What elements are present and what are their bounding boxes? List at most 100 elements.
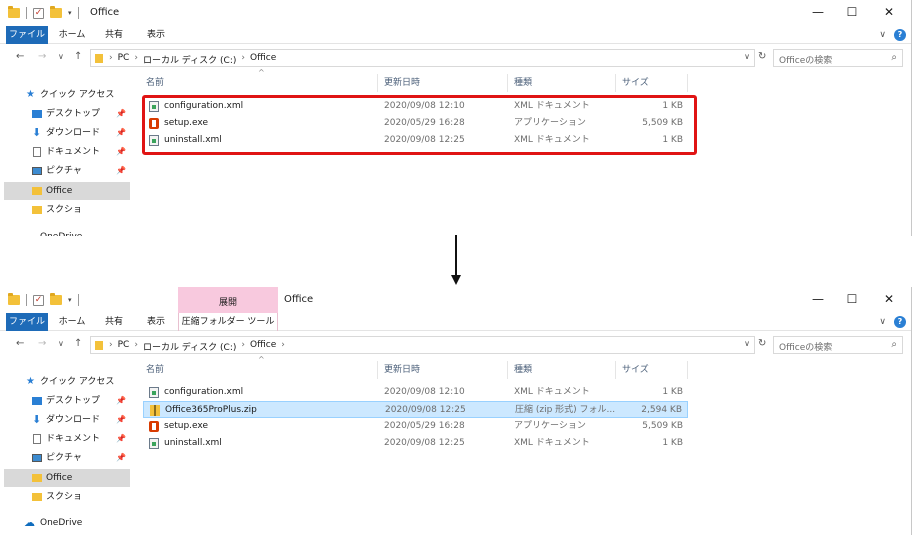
column-name[interactable]: 名前: [140, 361, 378, 379]
tab-home[interactable]: ホーム: [52, 313, 92, 331]
chevron-down-icon[interactable]: ∨: [744, 52, 750, 61]
refresh-icon[interactable]: ↻: [758, 51, 766, 62]
breadcrumb-item[interactable]: Office: [250, 340, 276, 353]
maximize-button[interactable]: ☐: [840, 290, 864, 308]
recent-locations-icon[interactable]: ∨: [58, 339, 64, 348]
tab-compressed-folder-tools[interactable]: 圧縮フォルダー ツール: [178, 313, 278, 331]
column-name[interactable]: 名前: [140, 74, 378, 92]
recent-locations-icon[interactable]: ∨: [58, 52, 64, 61]
column-date[interactable]: 更新日時: [378, 361, 508, 379]
forward-icon[interactable]: →: [38, 338, 46, 349]
pin-icon: 📌: [116, 396, 126, 405]
column-date[interactable]: 更新日時: [378, 74, 508, 92]
sidebar-item-quick-access[interactable]: ★ クイック アクセス: [4, 373, 130, 391]
close-button[interactable]: ✕: [877, 290, 901, 308]
chevron-down-icon[interactable]: ∨: [744, 339, 750, 348]
sidebar-item-label: OneDrive: [40, 518, 83, 528]
minimize-button[interactable]: —: [806, 290, 830, 308]
folder-icon[interactable]: [8, 6, 20, 18]
breadcrumb-item[interactable]: PC: [118, 340, 130, 353]
expand-ribbon-icon[interactable]: ∨: [879, 317, 886, 327]
title-bar: ✓ ▾ 展開 Office — ☐ ✕: [0, 287, 911, 313]
breadcrumb-item[interactable]: PC: [118, 53, 130, 66]
tab-share[interactable]: 共有: [96, 26, 132, 44]
column-type[interactable]: 種類: [508, 74, 616, 92]
sidebar-item-pictures[interactable]: ピクチャ 📌: [4, 162, 130, 180]
address-field[interactable]: › PC › ローカル ディスク (C:) › Office › ∨: [90, 336, 755, 354]
search-icon[interactable]: ⌕: [891, 339, 897, 350]
file-row-selected[interactable]: Office365ProPlus.zip 2020/09/08 12:25 圧縮…: [143, 401, 688, 418]
xml-file-icon: [149, 438, 159, 449]
tab-home[interactable]: ホーム: [52, 26, 92, 44]
sidebar-item-onedrive[interactable]: ☁ OneDrive: [4, 514, 130, 532]
column-size[interactable]: サイズ: [616, 74, 688, 92]
cloud-icon: ☁: [24, 228, 35, 236]
sidebar-item-downloads[interactable]: ⬇ ダウンロード 📌: [4, 124, 130, 142]
properties-icon[interactable]: ✓: [33, 7, 44, 19]
toolbar-divider: [77, 294, 79, 306]
sidebar-item-downloads[interactable]: ⬇ ダウンロード 📌: [4, 411, 130, 429]
column-type[interactable]: 種類: [508, 361, 616, 379]
desktop-icon: [32, 397, 42, 405]
search-input[interactable]: Officeの検索 ⌕: [773, 49, 903, 67]
sidebar-item-onedrive[interactable]: ☁ OneDrive: [4, 228, 130, 236]
address-bar-row: ← → ∨ ↑ › PC › ローカル ディスク (C:) › Office ∨…: [0, 47, 911, 69]
file-name: configuration.xml: [164, 387, 244, 397]
back-icon[interactable]: ←: [16, 338, 24, 349]
forward-icon[interactable]: →: [38, 51, 46, 62]
minimize-button[interactable]: —: [806, 3, 830, 21]
breadcrumb-item[interactable]: ローカル ディスク (C:): [143, 340, 236, 353]
breadcrumb-item[interactable]: ローカル ディスク (C:): [143, 53, 236, 66]
back-icon[interactable]: ←: [16, 51, 24, 62]
properties-icon[interactable]: ✓: [33, 294, 44, 306]
tab-share[interactable]: 共有: [96, 313, 132, 331]
zip-folder-icon: [150, 405, 160, 416]
sidebar-item-label: ドキュメント: [46, 147, 101, 157]
file-date: 2020/09/08 12:25: [384, 438, 465, 448]
tab-file[interactable]: ファイル: [6, 26, 48, 44]
file-row[interactable]: uninstall.xml 2020/09/08 12:25 XML ドキュメン…: [143, 435, 688, 452]
new-folder-icon[interactable]: [50, 293, 62, 305]
close-button[interactable]: ✕: [877, 3, 901, 21]
up-icon[interactable]: ↑: [74, 338, 82, 349]
breadcrumb-item[interactable]: Office: [250, 53, 276, 66]
sidebar-item-screenshots[interactable]: スクショ: [4, 201, 130, 219]
expand-ribbon-icon[interactable]: ∨: [879, 30, 886, 40]
pictures-icon: [32, 454, 42, 462]
down-arrow: [455, 235, 457, 277]
column-size[interactable]: サイズ: [616, 361, 688, 379]
tab-view[interactable]: 表示: [136, 26, 176, 44]
sidebar-item-desktop[interactable]: デスクトップ 📌: [4, 105, 130, 123]
customize-toolbar-icon[interactable]: ▾: [68, 296, 72, 304]
sidebar-item-label: Office: [46, 473, 73, 483]
file-row[interactable]: setup.exe 2020/05/29 16:28 アプリケーション 5,50…: [143, 418, 688, 435]
customize-toolbar-icon[interactable]: ▾: [68, 9, 72, 17]
tab-file[interactable]: ファイル: [6, 313, 48, 331]
tab-view[interactable]: 表示: [136, 313, 176, 331]
file-type: XML ドキュメント: [514, 387, 590, 397]
file-row[interactable]: configuration.xml 2020/09/08 12:10 XML ド…: [143, 384, 688, 401]
folder-icon[interactable]: [8, 293, 20, 305]
sidebar-item-desktop[interactable]: デスクトップ 📌: [4, 392, 130, 410]
sidebar-item-documents[interactable]: ドキュメント 📌: [4, 143, 130, 161]
refresh-icon[interactable]: ↻: [758, 338, 766, 349]
help-icon[interactable]: ?: [894, 316, 906, 328]
sidebar-item-documents[interactable]: ドキュメント 📌: [4, 430, 130, 448]
maximize-button[interactable]: ☐: [840, 3, 864, 21]
search-icon[interactable]: ⌕: [891, 52, 897, 63]
up-icon[interactable]: ↑: [74, 51, 82, 62]
sidebar-item-office[interactable]: Office: [4, 469, 130, 487]
help-icon[interactable]: ?: [894, 29, 906, 41]
new-folder-icon[interactable]: [50, 6, 62, 18]
sidebar-item-label: スクショ: [46, 205, 83, 215]
file-type: XML ドキュメント: [514, 438, 590, 448]
sidebar-item-screenshots[interactable]: スクショ: [4, 488, 130, 506]
sidebar-item-office[interactable]: Office: [4, 182, 130, 200]
search-input[interactable]: Officeの検索 ⌕: [773, 336, 903, 354]
sidebar-item-label: デスクトップ: [46, 396, 101, 406]
sidebar-item-quick-access[interactable]: ★ クイック アクセス: [4, 86, 130, 104]
sidebar-item-label: デスクトップ: [46, 109, 101, 119]
sidebar-item-label: ダウンロード: [46, 415, 101, 425]
address-field[interactable]: › PC › ローカル ディスク (C:) › Office ∨: [90, 49, 755, 67]
sidebar-item-pictures[interactable]: ピクチャ 📌: [4, 449, 130, 467]
